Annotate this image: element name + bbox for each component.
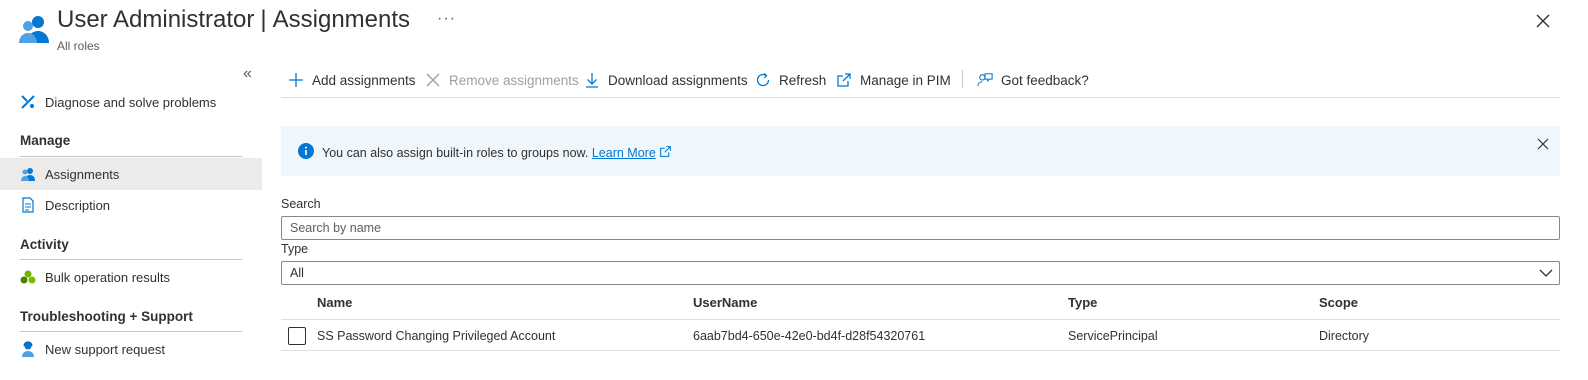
remove-assignments-label: Remove assignments — [449, 72, 579, 88]
sidebar-item-label: Bulk operation results — [45, 269, 171, 285]
manage-in-pim-button[interactable]: Manage in PIM — [836, 68, 951, 92]
wrench-icon — [20, 94, 36, 110]
column-header-username[interactable]: UserName — [693, 295, 757, 310]
download-assignments-button[interactable]: Download assignments — [584, 68, 748, 92]
collapse-sidebar-button[interactable]: « — [243, 65, 252, 83]
info-message: You can also assign built-in roles to gr… — [322, 145, 672, 160]
sidebar-item-label: Diagnose and solve problems — [45, 94, 217, 110]
close-icon[interactable] — [1534, 12, 1552, 30]
cell-username: 6aab7bd4-650e-42e0-bd4f-d28f54320761 — [693, 329, 926, 343]
table-header-divider — [281, 319, 1560, 320]
sidebar-item-assignments[interactable]: Assignments — [0, 158, 262, 190]
dismiss-banner-button[interactable] — [1537, 137, 1549, 150]
section-manage: Manage — [20, 133, 71, 148]
support-icon — [20, 341, 36, 357]
sidebar-item-new-support-request[interactable]: New support request — [0, 333, 262, 365]
type-dropdown[interactable]: All — [281, 261, 1560, 285]
section-activity: Activity — [20, 237, 69, 252]
type-label: Type — [281, 242, 309, 256]
cell-scope: Directory — [1319, 329, 1370, 343]
feedback-label: Got feedback? — [1001, 72, 1089, 88]
cell-type: ServicePrincipal — [1068, 329, 1158, 343]
remove-assignments-button[interactable]: Remove assignments — [425, 68, 579, 92]
sidebar-item-label: New support request — [45, 341, 165, 357]
users-icon — [20, 166, 36, 182]
toolbar-divider — [962, 70, 963, 88]
section-troubleshooting: Troubleshooting + Support — [20, 309, 193, 324]
feedback-icon — [977, 72, 993, 88]
divider — [20, 331, 242, 332]
sidebar-item-bulk-operations[interactable]: Bulk operation results — [0, 261, 262, 293]
add-assignments-label: Add assignments — [312, 72, 416, 88]
table-row-divider — [281, 350, 1560, 351]
refresh-label: Refresh — [779, 72, 827, 88]
column-header-name[interactable]: Name — [317, 295, 352, 310]
external-link-icon — [836, 72, 852, 88]
manage-in-pim-label: Manage in PIM — [860, 72, 951, 88]
title-separator: | — [260, 6, 267, 33]
plus-icon — [288, 72, 304, 88]
search-label: Search — [281, 197, 321, 211]
column-header-scope[interactable]: Scope — [1319, 295, 1358, 310]
type-selected-value: All — [290, 266, 304, 280]
sidebar-item-label: Description — [45, 197, 111, 213]
search-input[interactable] — [282, 217, 1548, 239]
column-header-type[interactable]: Type — [1068, 295, 1097, 310]
more-options-button[interactable]: ··· — [437, 10, 456, 28]
breadcrumb-subtitle: All roles — [57, 39, 100, 53]
page-title: User Administrator | Assignments — [57, 6, 410, 34]
toolbar-divider-line — [281, 97, 1560, 98]
users-icon — [18, 14, 50, 44]
search-field — [281, 216, 1560, 240]
sidebar-item-label: Assignments — [45, 166, 120, 182]
info-icon — [298, 143, 314, 159]
download-icon — [584, 72, 600, 88]
close-icon — [425, 72, 441, 88]
page-name: Assignments — [272, 6, 411, 33]
document-icon — [20, 197, 36, 213]
sidebar-item-description[interactable]: Description — [0, 189, 262, 221]
divider — [20, 156, 242, 157]
external-link-icon — [659, 146, 672, 160]
sidebar-item-diagnose[interactable]: Diagnose and solve problems — [0, 86, 262, 118]
row-select-checkbox[interactable] — [288, 327, 306, 345]
cell-name: SS Password Changing Privileged Account — [317, 329, 556, 343]
info-text: You can also assign built-in roles to gr… — [322, 146, 589, 160]
learn-more-link[interactable]: Learn More — [592, 146, 656, 160]
chevron-down-icon — [1539, 266, 1553, 280]
divider — [20, 259, 242, 260]
group-icon — [20, 269, 36, 285]
add-assignments-button[interactable]: Add assignments — [288, 68, 416, 92]
download-assignments-label: Download assignments — [608, 72, 748, 88]
role-title: User Administrator — [57, 6, 255, 33]
refresh-icon — [755, 72, 771, 88]
feedback-button[interactable]: Got feedback? — [977, 68, 1089, 92]
refresh-button[interactable]: Refresh — [755, 68, 826, 92]
